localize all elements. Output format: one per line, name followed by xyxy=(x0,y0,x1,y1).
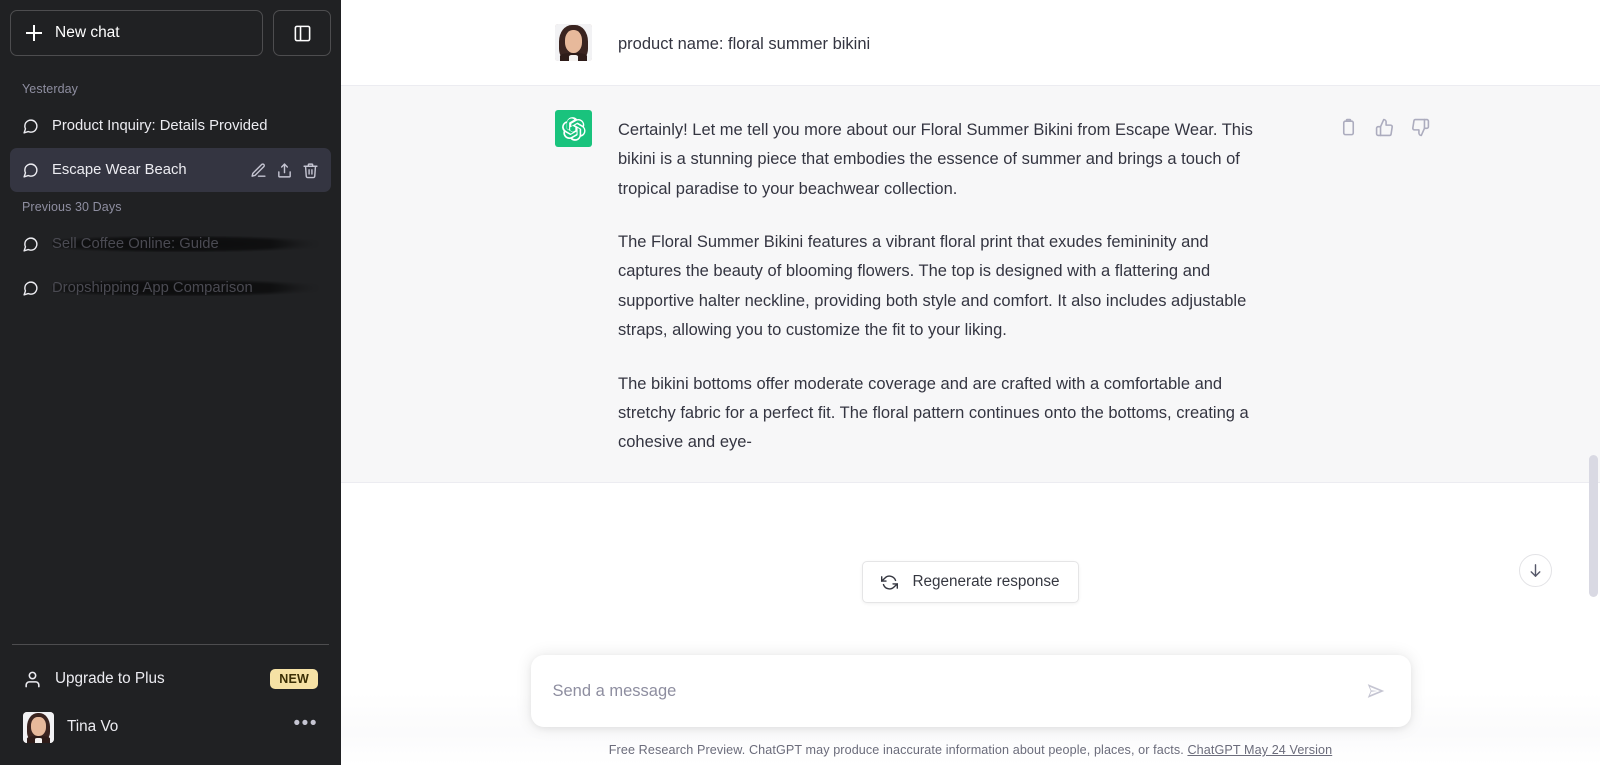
chatgpt-avatar xyxy=(555,110,592,147)
message-input[interactable] xyxy=(552,681,1359,701)
section-label-yesterday: Yesterday xyxy=(22,82,79,96)
message-paragraph: The bikini bottoms offer moderate covera… xyxy=(618,374,1249,452)
main-content: product name: floral summer bikini Certa… xyxy=(341,0,1600,765)
plus-icon xyxy=(26,25,42,41)
copy-icon[interactable] xyxy=(1339,118,1358,137)
section-label-previous-30-days: Previous 30 Days xyxy=(22,200,122,214)
chat-item-title: Sell Coffee Online: Guide xyxy=(52,236,319,252)
upgrade-label: Upgrade to Plus xyxy=(55,670,165,687)
thumbs-up-icon[interactable] xyxy=(1375,118,1394,137)
sidebar-toggle-button[interactable] xyxy=(273,10,331,56)
new-chat-label: New chat xyxy=(55,24,120,41)
sidebar-header: New chat xyxy=(10,10,331,56)
trash-icon[interactable] xyxy=(302,162,319,179)
composer-area: Free Research Preview. ChatGPT may produ… xyxy=(341,655,1600,765)
sidebar-footer: Upgrade to Plus NEW Tina Vo ••• xyxy=(12,644,329,765)
chat-item-actions xyxy=(248,162,319,179)
avatar-image xyxy=(23,711,54,743)
footer-disclaimer: Free Research Preview. ChatGPT may produ… xyxy=(341,727,1600,757)
regenerate-response-label: Regenerate response xyxy=(912,573,1060,590)
new-badge: NEW xyxy=(270,669,318,689)
avatar xyxy=(23,711,54,743)
upgrade-to-plus-button[interactable]: Upgrade to Plus NEW xyxy=(12,655,329,703)
chat-history-list: Yesterday Product Inquiry: Details Provi… xyxy=(10,72,331,644)
scroll-to-bottom-button[interactable] xyxy=(1519,554,1552,587)
chat-item-escape-wear-beach[interactable]: Escape Wear Beach xyxy=(10,148,331,192)
user-message-text: product name: floral summer bikini xyxy=(618,24,870,61)
conversation-thread: product name: floral summer bikini Certa… xyxy=(341,0,1600,765)
account-menu-icon[interactable]: ••• xyxy=(294,714,318,735)
send-button[interactable] xyxy=(1359,674,1393,708)
message-bubble-icon xyxy=(23,162,38,178)
message-bubble-icon xyxy=(23,280,38,296)
new-chat-button[interactable]: New chat xyxy=(10,10,263,56)
regenerate-response-wrapper: Regenerate response xyxy=(341,561,1600,603)
message-paragraph: The Floral Summer Bikini features a vibr… xyxy=(618,233,1247,340)
chatgpt-logo-icon xyxy=(561,116,586,141)
user-message: product name: floral summer bikini xyxy=(341,0,1600,85)
user-avatar xyxy=(555,24,592,61)
page-scrollbar[interactable] xyxy=(1589,0,1598,765)
thumbs-down-icon[interactable] xyxy=(1411,118,1430,137)
chat-item-dropshipping-app-comparison[interactable]: Dropshipping App Comparison xyxy=(10,266,331,310)
edit-icon[interactable] xyxy=(250,162,267,179)
message-paragraph: product name: floral summer bikini xyxy=(618,35,871,53)
regenerate-response-button[interactable]: Regenerate response xyxy=(862,561,1079,603)
share-icon[interactable] xyxy=(276,162,293,179)
message-bubble-icon xyxy=(23,236,38,252)
chat-item-product-inquiry[interactable]: Product Inquiry: Details Provided xyxy=(10,104,331,148)
chat-item-title: Dropshipping App Comparison xyxy=(52,280,319,296)
message-bubble-icon xyxy=(23,118,38,134)
assistant-message-actions xyxy=(1339,118,1430,137)
composer xyxy=(530,655,1411,727)
user-icon xyxy=(25,671,40,687)
send-icon xyxy=(1367,684,1384,698)
chat-item-title: Product Inquiry: Details Provided xyxy=(52,118,268,134)
assistant-message-text: Certainly! Let me tell you more about ou… xyxy=(618,110,1275,458)
sidebar-toggle-icon xyxy=(294,25,310,41)
chat-item-title: Escape Wear Beach xyxy=(52,162,187,178)
sidebar: New chat Yesterday Product Inquiry: Deta… xyxy=(0,0,341,765)
message-paragraph: Certainly! Let me tell you more about ou… xyxy=(618,121,1253,198)
scrollbar-thumb[interactable] xyxy=(1589,455,1598,597)
account-name: Tina Vo xyxy=(67,718,119,735)
chatgpt-app: New chat Yesterday Product Inquiry: Deta… xyxy=(0,0,1600,765)
account-button[interactable]: Tina Vo ••• xyxy=(12,703,329,751)
assistant-message: Certainly! Let me tell you more about ou… xyxy=(341,85,1600,483)
version-link[interactable]: ChatGPT May 24 Version xyxy=(1187,743,1332,757)
chat-item-sell-coffee-online[interactable]: Sell Coffee Online: Guide xyxy=(10,222,331,266)
arrow-down-icon xyxy=(1530,564,1541,577)
refresh-icon xyxy=(881,574,899,590)
disclaimer-text: Free Research Preview. ChatGPT may produ… xyxy=(608,743,1184,757)
avatar-image xyxy=(555,24,592,61)
